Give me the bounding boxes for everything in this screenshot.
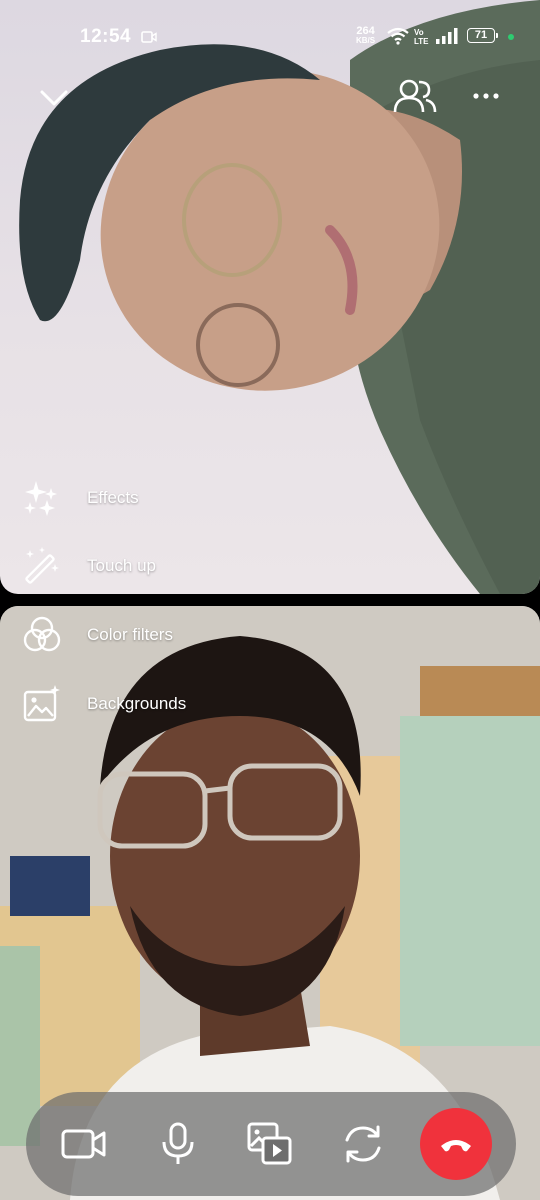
status-time: 12:54: [80, 26, 132, 47]
status-bar: 12:54 264 KB/S Vo LTE 71: [0, 22, 540, 52]
backgrounds-label: Backgrounds: [87, 694, 187, 713]
flip-camera-icon: [345, 1125, 381, 1163]
network-speed-unit: KB/S: [356, 36, 376, 45]
share-media-button[interactable]: [234, 1108, 306, 1180]
backgrounds-button[interactable]: Backgrounds: [18, 678, 278, 730]
sparkles-icon: [18, 476, 66, 520]
more-icon: [473, 93, 499, 99]
background-image-icon: [18, 682, 66, 726]
media-share-icon: [247, 1122, 292, 1165]
end-call-icon: [441, 1140, 471, 1152]
collapse-call-button[interactable]: [30, 78, 78, 118]
battery-indicator: 71: [467, 28, 498, 43]
color-filters-icon: [18, 613, 66, 657]
participants-button[interactable]: [390, 74, 440, 118]
volte-line1: Vo: [414, 28, 424, 37]
video-camera-icon: [61, 1129, 106, 1159]
chevron-down-icon: [40, 90, 68, 106]
volte-line2: LTE: [414, 37, 429, 46]
end-call-button[interactable]: [420, 1108, 492, 1180]
more-options-button[interactable]: [462, 78, 510, 114]
wifi-icon: [387, 27, 409, 45]
call-controls-bar: [26, 1092, 516, 1196]
color-filters-button[interactable]: Color filters: [18, 609, 278, 661]
signal-strength-icon: [436, 28, 458, 44]
screen-record-icon: [141, 31, 157, 43]
effects-label: Effects: [87, 488, 139, 507]
toggle-mic-button[interactable]: [142, 1108, 214, 1180]
color-filters-label: Color filters: [87, 625, 173, 644]
privacy-indicator-dot: [508, 34, 514, 40]
network-speed: 264 KB/S: [356, 26, 375, 46]
flip-camera-button[interactable]: [327, 1108, 399, 1180]
touch-up-button[interactable]: Touch up: [18, 540, 278, 592]
participants-icon: [393, 79, 437, 113]
toggle-video-button[interactable]: [48, 1108, 120, 1180]
touch-up-label: Touch up: [87, 556, 156, 575]
magic-wand-icon: [18, 544, 66, 588]
effects-button[interactable]: Effects: [18, 472, 278, 524]
microphone-icon: [162, 1122, 194, 1164]
volte-indicator: Vo LTE: [414, 28, 429, 46]
